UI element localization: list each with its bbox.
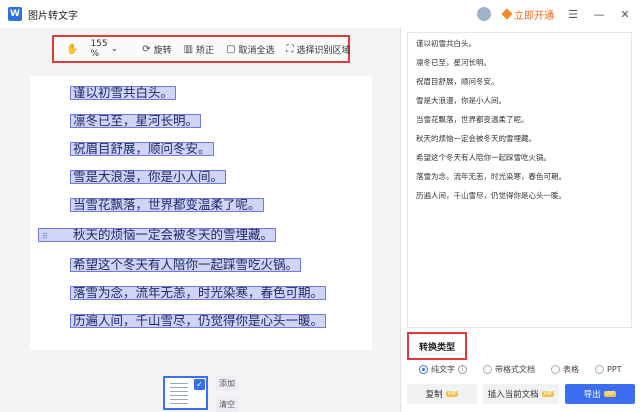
conversion-options: 纯文字 i 带格式文档 表格 PPT: [419, 364, 622, 375]
recognized-text-line[interactable]: 谨以初雪共白头。: [70, 86, 177, 100]
result-line: 落雪为念，流年无恙，时光染寒，春色可期。: [416, 172, 566, 181]
info-icon[interactable]: i: [458, 365, 467, 374]
deselect-icon: ▢: [226, 43, 236, 55]
region-select-icon: ⛶: [286, 43, 294, 55]
rotate-icon: ⟳: [142, 43, 151, 55]
result-line: 历遍人间，千山雪尽，仍觉得你是心头一暖。: [416, 191, 566, 200]
thumbnail-line: [170, 387, 188, 388]
rotate-button[interactable]: ⟳ 旋转: [142, 43, 171, 56]
clear-button[interactable]: 清空: [216, 397, 238, 412]
select-region-label: 选择识别区域: [296, 45, 351, 56]
title-bar-right: 立即开通 ☰ — ✕: [477, 0, 632, 28]
checkmark-icon[interactable]: ✓: [194, 379, 205, 390]
recognized-text-line[interactable]: 祝眉目舒展，顺问冬安。: [70, 142, 214, 156]
copy-button[interactable]: 复制 VIP: [407, 384, 477, 404]
zoom-value: 155 %: [90, 39, 108, 59]
page-thumbnail[interactable]: ✓: [163, 376, 208, 410]
radio-icon: [551, 365, 560, 374]
rotate-label: 旋转: [153, 45, 172, 56]
title-bar: W 图片转文字 立即开通 ☰ — ✕: [0, 0, 640, 28]
result-line: 雪是大浪漫，你是小人间。: [416, 96, 506, 105]
vip-badge: VIP: [445, 391, 459, 397]
option-plain-text[interactable]: 纯文字 i: [419, 364, 467, 375]
vip-badge: VIP: [603, 391, 617, 397]
option-label: 表格: [563, 365, 579, 374]
action-bar: 复制 VIP 插入当前文档 VIP 导出 VIP: [407, 384, 635, 404]
option-label: 纯文字: [431, 365, 455, 374]
vip-diamond-icon: [501, 8, 513, 20]
option-table[interactable]: 表格: [551, 364, 579, 375]
menu-icon[interactable]: ☰: [566, 7, 580, 21]
vip-upgrade-link[interactable]: 立即开通: [501, 7, 554, 22]
select-region-button[interactable]: ⛶ 选择识别区域: [287, 43, 351, 56]
recognized-text-line[interactable]: 历遍人间，千山雪尽，仍觉得你是心头一暖。: [70, 314, 327, 328]
recognized-text-line[interactable]: 凛冬已至，星河长明。: [70, 114, 202, 128]
thumbnail-line: [170, 399, 188, 400]
radio-icon: [595, 365, 604, 374]
thumbnail-line: [170, 391, 188, 392]
source-image: 谨以初雪共白头。 凛冬已至，星河长明。 祝眉目舒展，顺问冬安。 雪是大浪漫，你是…: [30, 76, 372, 350]
correct-label: 矫正: [196, 45, 215, 56]
minimize-icon[interactable]: —: [592, 7, 606, 21]
recognized-text-line[interactable]: ⠿ 秋天的烦恼一定会被冬天的雪埋藏。: [38, 227, 277, 243]
app-title: 图片转文字: [28, 10, 78, 22]
thumbnail-actions: 添加 清空: [216, 376, 238, 412]
result-line: 凛冬已至，星河长明。: [416, 58, 491, 67]
result-line: 秋天的烦恼一定会被冬天的雪埋藏。: [416, 134, 536, 143]
zoom-select[interactable]: 155 % ⌄: [90, 39, 118, 59]
insert-label: 插入当前文档: [487, 390, 539, 400]
option-formatted-doc[interactable]: 带格式文档: [483, 364, 535, 375]
correct-icon: ▥: [183, 43, 194, 55]
thumbnail-line: [170, 383, 188, 384]
correct-button[interactable]: ▥ 矫正: [184, 43, 214, 56]
deselect-all-button[interactable]: ▢ 取消全选: [226, 43, 274, 56]
radio-selected-icon: [419, 365, 428, 374]
vip-upgrade-label: 立即开通: [514, 10, 554, 22]
result-pane: 谨以初雪共白头。 凛冬已至，星河长明。 祝眉目舒展，顺问冬安。 雪是大浪漫，你是…: [400, 28, 640, 412]
vip-badge: VIP: [541, 391, 555, 397]
result-line: 谨以初雪共白头。: [416, 39, 476, 48]
radio-icon: [483, 365, 492, 374]
chevron-down-icon: ⌄: [110, 44, 119, 54]
recognized-text-line[interactable]: 希望这个冬天有人陪你一起踩雪吃火锅。: [70, 258, 302, 272]
word-logo-icon: W: [8, 7, 22, 21]
conversion-type-panel: 转换类型 纯文字 i 带格式文档 表格 PPT: [407, 332, 632, 376]
recognized-text-line[interactable]: 当雪花飘落，世界都变温柔了呢。: [70, 198, 264, 212]
thumbnail-line: [170, 395, 188, 396]
result-text-area[interactable]: 谨以初雪共白头。 凛冬已至，星河长明。 祝眉目舒展，顺问冬安。 雪是大浪漫，你是…: [407, 32, 632, 328]
hand-tool-button[interactable]: ✋: [66, 44, 78, 55]
copy-label: 复制: [425, 390, 443, 400]
image-preview-pane: ✋ 155 % ⌄ ⟳ 旋转 ▥ 矫正 ▢ 取消全选 ⛶ 选择识别区域 谨以初雪共白头。…: [0, 28, 400, 412]
recognized-text-line[interactable]: 落雪为念，流年无恙，时光染寒，春色可期。: [70, 286, 327, 300]
export-button[interactable]: 导出 VIP: [565, 384, 635, 404]
result-line: 希望这个冬天有人陪你一起踩雪吃火锅。: [416, 153, 551, 162]
recognized-text-line-label: 秋天的烦恼一定会被冬天的雪埋藏。: [73, 227, 274, 242]
option-label: PPT: [607, 365, 622, 374]
hand-icon: ✋: [66, 43, 79, 55]
conversion-type-title: 转换类型: [407, 332, 467, 360]
option-label: 带格式文档: [495, 365, 535, 374]
close-icon[interactable]: ✕: [618, 7, 632, 21]
recognized-text-line[interactable]: 雪是大浪漫，你是小人间。: [70, 170, 227, 184]
result-line: 当雪花飘落，世界都变温柔了呢。: [416, 115, 529, 124]
result-line: 祝眉目舒展，顺问冬安。: [416, 77, 499, 86]
thumbnail-line: [170, 403, 188, 404]
avatar-icon[interactable]: [477, 7, 491, 21]
drag-handle-icon[interactable]: ⠿: [42, 231, 48, 243]
insert-document-button[interactable]: 插入当前文档 VIP: [483, 384, 559, 404]
preview-toolbar: ✋ 155 % ⌄ ⟳ 旋转 ▥ 矫正 ▢ 取消全选 ⛶ 选择识别区域: [52, 35, 351, 63]
deselect-all-label: 取消全选: [238, 45, 275, 56]
option-ppt[interactable]: PPT: [595, 365, 622, 374]
add-button[interactable]: 添加: [216, 376, 238, 391]
export-label: 导出: [583, 390, 601, 400]
